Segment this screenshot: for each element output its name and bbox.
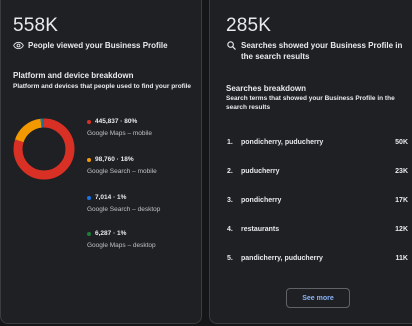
row-count: 17K — [395, 197, 408, 204]
searches-caption-row: Searches showed your Business Profile in… — [226, 40, 408, 62]
legend-value: 6,287 · 1% — [95, 230, 127, 237]
views-caption-row: People viewed your Business Profile — [13, 40, 198, 51]
search-icon — [227, 41, 236, 50]
row-term: puducherry — [241, 168, 280, 175]
searches-caption: Searches showed your Business Profile in… — [241, 41, 403, 61]
row-rank: 4. — [227, 226, 233, 233]
search-term-row: 5. pandicherry, puducherry 11K — [227, 255, 408, 262]
legend-value: 445,837 · 80% — [95, 118, 138, 125]
eye-icon — [13, 41, 24, 50]
row-rank: 1. — [227, 139, 233, 146]
search-term-row: 4. restaurants 12K — [227, 226, 408, 233]
search-breakdown-subtitle: Search terms that showed your Business P… — [226, 95, 395, 111]
search-term-row: 1. pondicherry, puducherry 50K — [227, 139, 408, 146]
views-count: 558K — [13, 15, 59, 36]
searches-count: 285K — [226, 15, 272, 36]
legend-dot — [87, 196, 91, 200]
search-term-row: 3. pondicherry 17K — [227, 197, 408, 204]
row-term: pandicherry, puducherry — [241, 255, 323, 262]
platform-title: Platform and device breakdown — [13, 71, 134, 80]
legend-label: Google Maps – desktop — [87, 242, 156, 249]
legend-value: 7,014 · 1% — [95, 194, 127, 201]
row-rank: 2. — [227, 168, 233, 175]
legend-dot — [87, 120, 91, 124]
legend-item-search-desktop: 7,014 · 1% Google Search – desktop — [87, 193, 160, 215]
row-term: pondicherry — [241, 197, 282, 204]
legend-label: Google Search – mobile — [87, 168, 157, 175]
row-count: 12K — [395, 226, 408, 233]
legend-dot — [87, 232, 91, 236]
legend-dot — [87, 158, 91, 162]
row-term: pondicherry, puducherry — [241, 139, 324, 146]
row-count: 50K — [395, 139, 408, 146]
search-breakdown-title: Searches breakdown — [226, 84, 307, 93]
row-term: restaurants — [241, 226, 280, 233]
legend-item-search-mobile: 98,760 · 18% Google Search – mobile — [87, 155, 157, 177]
legend-label: Google Maps – mobile — [87, 130, 153, 137]
legend-item-maps-desktop: 6,287 · 1% Google Maps – desktop — [87, 229, 156, 251]
platform-subtitle: Platform and devices that people used to… — [13, 83, 192, 90]
row-rank: 3. — [227, 197, 233, 204]
legend-value: 98,760 · 18% — [95, 156, 134, 163]
views-caption: People viewed your Business Profile — [28, 41, 168, 50]
row-count: 23K — [395, 168, 408, 175]
row-count: 11K — [395, 255, 408, 262]
legend-label: Google Search – desktop — [87, 206, 161, 213]
platform-donut-chart — [13, 118, 75, 180]
legend-item-maps-mobile: 445,837 · 80% Google Maps – mobile — [87, 117, 152, 139]
views-card: 558K People viewed your Business Profile… — [0, 0, 202, 324]
row-rank: 5. — [227, 255, 233, 262]
see-more-button[interactable]: See more — [286, 288, 350, 308]
searches-card: 285K Searches showed your Business Profi… — [209, 0, 412, 324]
search-term-row: 2. puducherry 23K — [227, 168, 408, 175]
